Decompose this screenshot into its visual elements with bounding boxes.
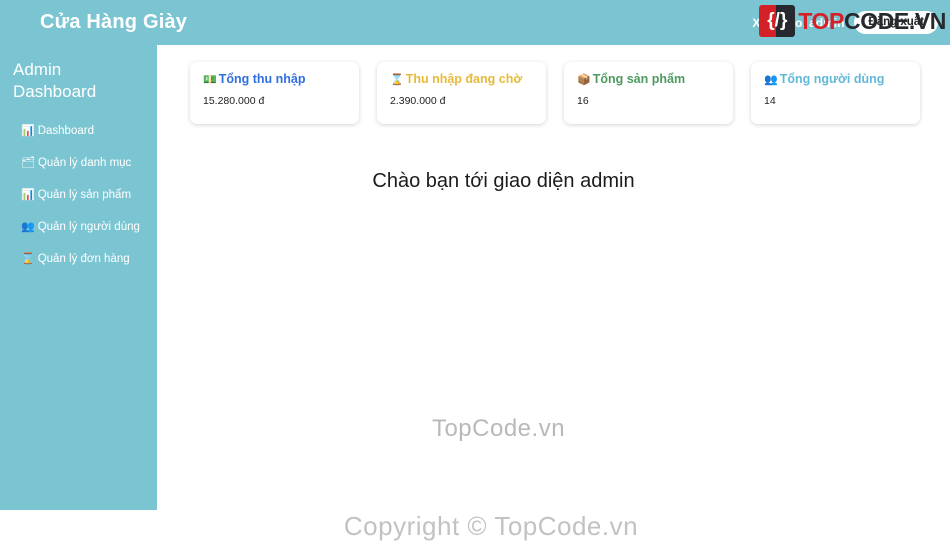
- hourglass-icon: ⌛: [390, 74, 404, 86]
- stat-card-title-text: Tổng thu nhập: [218, 72, 306, 86]
- chart-increasing-icon: 📊: [21, 189, 35, 201]
- stat-card-title-text: Thu nhập đang chờ: [405, 72, 523, 86]
- bar-chart-icon: 📊: [21, 125, 35, 137]
- greeting-text: Xin chào, admin: [752, 15, 845, 30]
- stat-card-value: 15.280.000 đ: [203, 95, 265, 107]
- stat-card-title: 👥 Tổng người dùng: [764, 72, 920, 86]
- top-header-bar: Cửa Hàng Giày Xin chào, admin Đăng xuất: [0, 0, 950, 45]
- stat-card-title-text: Tổng sản phẩm: [592, 72, 686, 86]
- stat-card-total-users[interactable]: 👥 Tổng người dùng 14: [751, 62, 920, 124]
- sidebar-item-label: Quản lý người dùng: [37, 221, 140, 233]
- sidebar-item-products[interactable]: 📊 Quản lý sản phẩm: [13, 187, 147, 203]
- users-icon: 👥: [21, 221, 35, 233]
- stat-card-title: 💵 Tổng thu nhập: [203, 72, 359, 86]
- site-brand-title: Cửa Hàng Giày: [40, 11, 188, 33]
- welcome-heading: Chào bạn tới giao diện admin: [372, 170, 635, 192]
- sidebar-item-dashboard[interactable]: 📊 Dashboard: [13, 123, 147, 139]
- stat-card-row: 💵 Tổng thu nhập 15.280.000 đ ⌛ Thu nhập đa…: [157, 45, 950, 124]
- sidebar-item-users[interactable]: 👥 Quản lý người dùng: [13, 219, 147, 235]
- sidebar-item-label: Quản lý danh mục: [37, 157, 132, 169]
- main-content: 💵 Tổng thu nhập 15.280.000 đ ⌛ Thu nhập đa…: [157, 45, 950, 541]
- stat-card-pending-income[interactable]: ⌛ Thu nhập đang chờ 2.390.000 đ: [377, 62, 546, 124]
- package-box-icon: 📦: [577, 74, 591, 86]
- sidebar-item-label: Quản lý đơn hàng: [37, 253, 130, 265]
- sidebar: Admin Dashboard 📊 Dashboard 🗂 Quản lý danh…: [0, 45, 157, 510]
- watermark-copyright-text: Copyright © TopCode.vn: [343, 511, 639, 541]
- users-icon: 👥: [764, 74, 778, 86]
- watermark-center-text: TopCode.vn: [431, 415, 566, 442]
- sidebar-item-categories[interactable]: 🗂 Quản lý danh mục: [13, 155, 147, 171]
- sidebar-nav: 📊 Dashboard 🗂 Quản lý danh mục 📊 Quản lý sả…: [13, 123, 147, 267]
- stat-card-value: 14: [764, 95, 776, 107]
- folder-icon: 🗂: [21, 157, 35, 169]
- stat-card-value: 16: [577, 95, 589, 107]
- stat-card-total-products[interactable]: 📦 Tổng sản phẩm 16: [564, 62, 733, 124]
- sidebar-item-label: Quản lý sản phẩm: [37, 189, 132, 201]
- stat-card-title: 📦 Tổng sản phẩm: [577, 72, 733, 86]
- money-banknote-icon: 💵: [203, 74, 217, 86]
- sidebar-title: Admin Dashboard: [13, 60, 97, 101]
- admin-dashboard-page: Cửa Hàng Giày Xin chào, admin Đăng xuất …: [0, 0, 950, 541]
- header-right-group: Xin chào, admin Đăng xuất: [752, 10, 938, 35]
- hourglass-icon: ⌛: [21, 253, 35, 265]
- logout-button[interactable]: Đăng xuất: [854, 10, 938, 35]
- sidebar-item-orders[interactable]: ⌛ Quản lý đơn hàng: [13, 251, 147, 267]
- stat-card-value: 2.390.000 đ: [390, 95, 446, 107]
- sidebar-item-label: Dashboard: [37, 125, 94, 137]
- stat-card-title-text: Tổng người dùng: [779, 72, 885, 86]
- stat-card-total-income[interactable]: 💵 Tổng thu nhập 15.280.000 đ: [190, 62, 359, 124]
- stat-card-title: ⌛ Thu nhập đang chờ: [390, 72, 546, 86]
